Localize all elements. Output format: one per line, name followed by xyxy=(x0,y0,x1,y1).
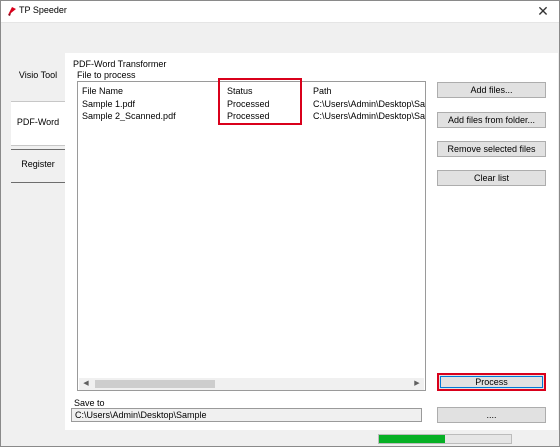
close-button[interactable]: ✕ xyxy=(533,3,553,21)
add-files-button[interactable]: Add files... xyxy=(437,82,546,98)
window-title: TP Speeder xyxy=(19,5,67,15)
scroll-thumb[interactable] xyxy=(95,380,215,388)
sidebar-item-visio-tool[interactable]: Visio Tool xyxy=(11,70,65,90)
file-name-cell: Sample 1.pdf xyxy=(82,99,136,109)
progress-fill xyxy=(379,435,445,443)
group-title: PDF-Word Transformer xyxy=(73,59,167,69)
scroll-right-icon[interactable]: ▶ xyxy=(410,378,424,390)
file-name-cell: Sample 2_Scanned.pdf xyxy=(82,111,176,121)
sidebar-item-label: Register xyxy=(21,159,55,169)
sidebar-item-label: PDF-Word xyxy=(16,117,60,127)
progress-bar xyxy=(378,434,512,444)
clear-list-button[interactable]: Clear list xyxy=(437,170,546,186)
browse-button[interactable]: .... xyxy=(437,407,546,423)
remove-selected-files-button[interactable]: Remove selected files xyxy=(437,141,546,157)
title-bar[interactable]: TP Speeder ✕ xyxy=(1,1,559,23)
sidebar-item-pdf-word[interactable]: PDF-Word xyxy=(11,101,65,146)
column-header-file-name[interactable]: File Name xyxy=(82,86,123,96)
process-button-label: Process xyxy=(440,376,543,388)
file-list[interactable]: File Name Status Path Sample 1.pdf Proce… xyxy=(77,81,426,391)
sidebar-item-label: Visio Tool xyxy=(18,70,58,80)
save-to-label: Save to xyxy=(74,398,105,408)
path-cell: C:\Users\Admin\Desktop\Sa xyxy=(313,111,425,121)
files-label: File to process xyxy=(77,70,136,80)
sidebar: Visio Tool PDF-Word Register xyxy=(1,23,65,447)
horizontal-scrollbar[interactable]: ◀ ▶ xyxy=(79,378,424,390)
tp-logo-icon xyxy=(6,5,18,17)
scroll-left-icon[interactable]: ◀ xyxy=(79,378,93,390)
app-window: TP Speeder ✕ Visio Tool PDF-Word Registe… xyxy=(0,0,560,447)
status-column-highlight xyxy=(218,78,302,125)
column-header-path[interactable]: Path xyxy=(313,86,332,96)
process-button[interactable]: Process xyxy=(437,373,546,391)
add-files-from-folder-button[interactable]: Add files from folder... xyxy=(437,112,546,128)
sidebar-item-register[interactable]: Register xyxy=(11,149,65,183)
save-to-path-field[interactable]: C:\Users\Admin\Desktop\Sample xyxy=(71,408,422,422)
path-cell: C:\Users\Admin\Desktop\Sa xyxy=(313,99,425,109)
